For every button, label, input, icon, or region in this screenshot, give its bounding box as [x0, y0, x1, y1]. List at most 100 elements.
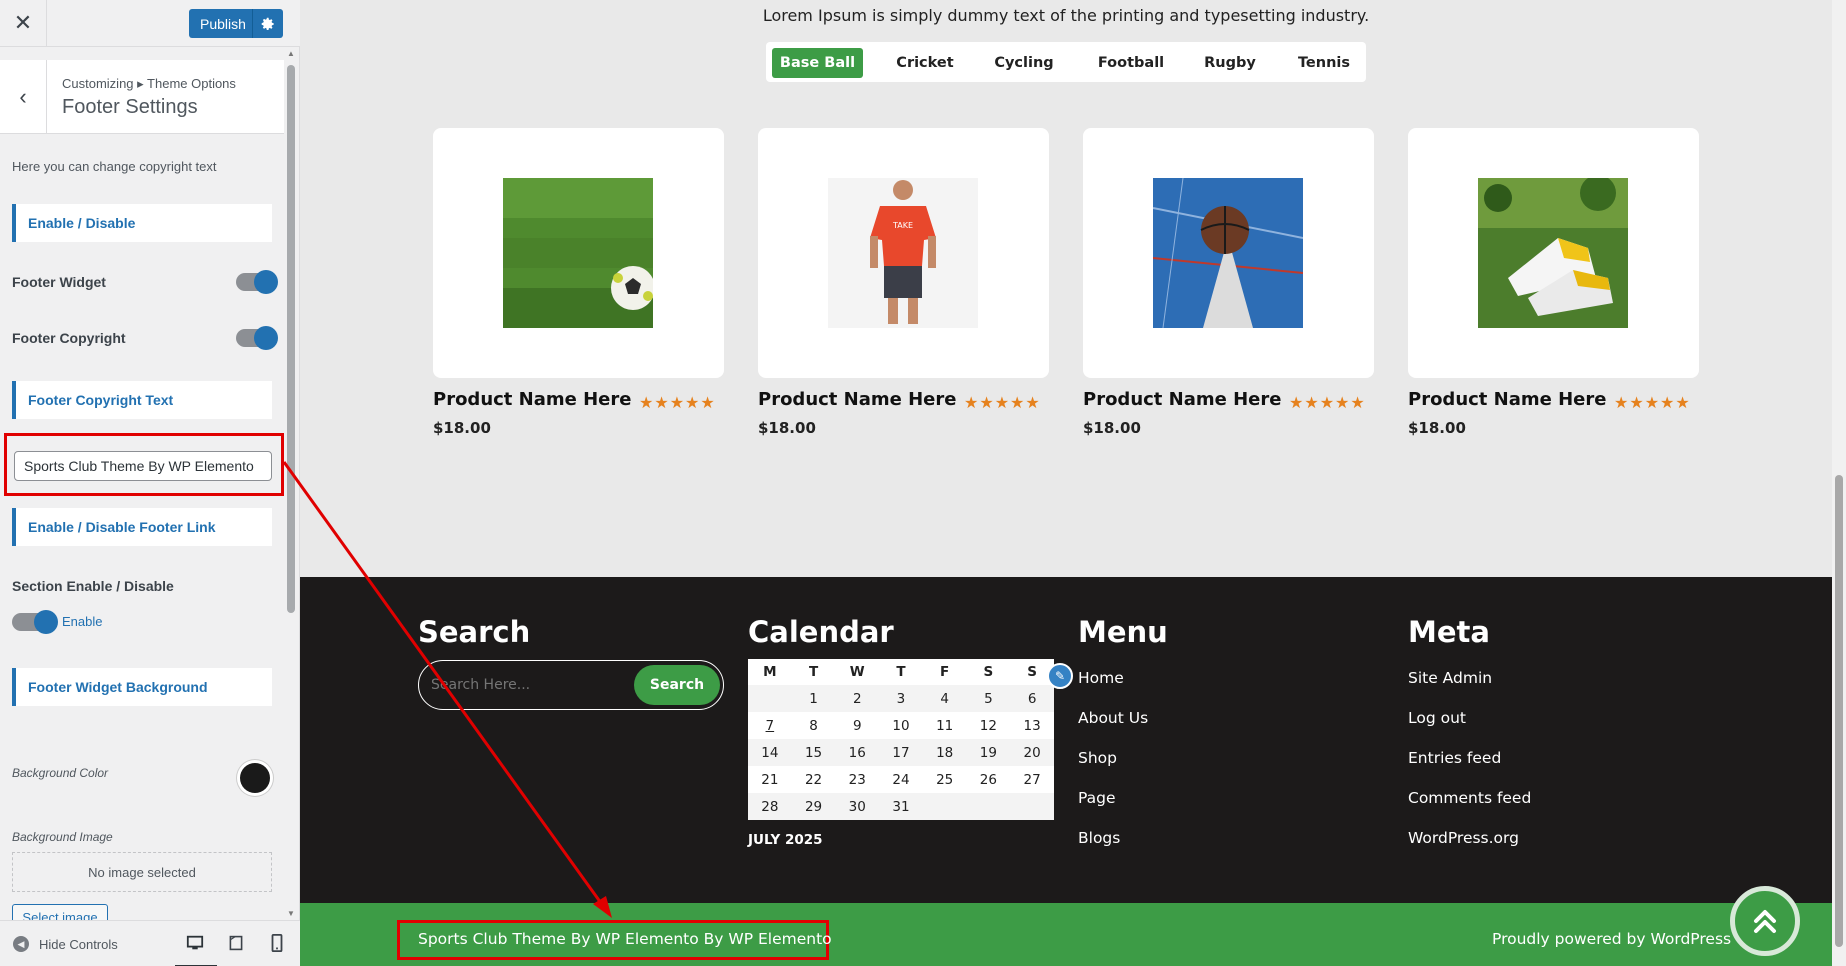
menu-link-blogs[interactable]: Blogs — [1078, 829, 1120, 847]
product-card[interactable] — [433, 128, 724, 378]
preview-scrollbar-thumb[interactable] — [1835, 475, 1843, 947]
tablet-preview-button[interactable] — [228, 934, 248, 954]
copyright-text-input[interactable] — [14, 451, 272, 481]
menu-link-about[interactable]: About Us — [1078, 709, 1148, 727]
footer-search-button[interactable]: Search — [634, 665, 720, 705]
calendar-day: 26 — [966, 766, 1011, 793]
footer-search-input[interactable] — [431, 672, 621, 698]
menu-link-home[interactable]: Home — [1078, 669, 1124, 687]
menu-link-page[interactable]: Page — [1078, 789, 1116, 807]
calendar-day: 5 — [966, 685, 1011, 712]
powered-by-link[interactable]: Proudly powered by WordPress — [1492, 930, 1731, 948]
publish-button[interactable]: Publish — [189, 9, 283, 38]
calendar-day-today[interactable]: 7 — [748, 712, 792, 739]
background-image-label: Background Image — [12, 830, 113, 844]
footer-widget-toggle[interactable] — [236, 270, 278, 294]
customizer-footer: ◀ Hide Controls — [0, 920, 300, 966]
product-image-football-boots[interactable] — [1478, 178, 1628, 328]
customizer-scrollbar[interactable]: ▲ ▼ — [285, 47, 297, 920]
calendar-day: 8 — [791, 712, 836, 739]
calendar-weekday: M — [763, 664, 777, 680]
copyright-bar: Sports Club Theme By WP Elemento By WP E… — [300, 886, 1832, 966]
calendar-day: 3 — [879, 685, 923, 712]
desktop-preview-button[interactable] — [175, 934, 217, 966]
product-name[interactable]: Product Name Here — [758, 389, 956, 410]
copyright-input-highlight — [4, 433, 284, 496]
section-enable-toggle[interactable] — [12, 610, 58, 634]
calendar-day: 19 — [966, 739, 1011, 766]
calendar-day: 12 — [966, 712, 1011, 739]
footer-copyright-toggle[interactable] — [236, 326, 278, 350]
calendar-day: 24 — [879, 766, 923, 793]
toggle-knob — [34, 610, 58, 634]
chevron-left-icon: ‹ — [19, 84, 27, 109]
product-rating: ★★★★★ — [964, 393, 1041, 412]
toggle-knob — [254, 270, 278, 294]
calendar-day: 16 — [835, 739, 880, 766]
meta-link-wordpress-org[interactable]: WordPress.org — [1408, 829, 1519, 847]
preview-scrollbar[interactable] — [1832, 0, 1846, 966]
product-name[interactable]: Product Name Here — [1083, 389, 1281, 410]
calendar-day — [748, 685, 792, 712]
product-image-man-red-shirt[interactable]: TAKE — [828, 178, 978, 328]
product-price: $18.00 — [433, 419, 491, 437]
tab-base-ball[interactable]: Base Ball — [772, 48, 863, 78]
product-card[interactable] — [1408, 128, 1699, 378]
tab-football[interactable]: Football — [1088, 48, 1174, 78]
meta-link-site-admin[interactable]: Site Admin — [1408, 669, 1492, 687]
product-name[interactable]: Product Name Here — [1408, 389, 1606, 410]
scrollbar-thumb[interactable] — [287, 65, 295, 613]
close-customizer-button[interactable]: ✕ — [0, 0, 47, 46]
calendar-day: 2 — [835, 685, 880, 712]
menu-heading: Menu — [1078, 615, 1168, 649]
section-description: Here you can change copyright text — [12, 159, 217, 174]
calendar-day: 20 — [1010, 739, 1054, 766]
section-header: ‹ Customizing ▸ Theme Options Footer Set… — [0, 60, 284, 134]
scroll-up-icon[interactable]: ▲ — [287, 49, 295, 58]
calendar-weekday: F — [940, 664, 950, 680]
calendar-day — [966, 793, 1011, 820]
background-color-swatch[interactable] — [240, 763, 270, 793]
scroll-down-icon[interactable]: ▼ — [287, 909, 295, 918]
meta-link-logout[interactable]: Log out — [1408, 709, 1466, 727]
menu-link-shop[interactable]: Shop — [1078, 749, 1117, 767]
breadcrumb: Customizing ▸ Theme Options — [62, 76, 236, 91]
product-image-basketball[interactable] — [1153, 178, 1303, 328]
calendar-day: 28 — [748, 793, 792, 820]
double-chevron-up-icon — [1754, 910, 1776, 933]
tab-rugby[interactable]: Rugby — [1194, 48, 1266, 78]
meta-link-entries-feed[interactable]: Entries feed — [1408, 749, 1501, 767]
mobile-icon — [271, 934, 283, 952]
meta-link-comments-feed[interactable]: Comments feed — [1408, 789, 1531, 807]
customizer-controls: ‹ Customizing ▸ Theme Options Footer Set… — [0, 47, 300, 920]
background-color-label: Background Color — [12, 766, 109, 780]
calendar-widget: M T W T F S S 1 2 3 4 5 6 7 8 9 10 11 12… — [748, 659, 1054, 820]
calendar-weekday: S — [983, 664, 994, 680]
product-price: $18.00 — [1083, 419, 1141, 437]
publish-settings-button[interactable] — [252, 9, 283, 38]
customizer-header: ✕ Publish — [0, 0, 300, 47]
tab-tennis[interactable]: Tennis — [1288, 48, 1360, 78]
product-image-soccer-ball[interactable] — [503, 178, 653, 328]
tab-cycling[interactable]: Cycling — [984, 48, 1064, 78]
edit-widget-button[interactable]: ✎ — [1047, 663, 1073, 689]
intro-text: Lorem Ipsum is simply dummy text of the … — [762, 6, 1370, 25]
calendar-caption: JULY 2025 — [748, 832, 823, 848]
product-price: $18.00 — [1408, 419, 1466, 437]
select-image-button[interactable]: Select image — [12, 904, 108, 920]
scroll-to-top-button[interactable] — [1730, 886, 1800, 956]
search-heading: Search — [418, 615, 531, 649]
calendar-day: 30 — [835, 793, 880, 820]
hide-controls-button[interactable]: ◀ Hide Controls — [13, 936, 118, 952]
product-name[interactable]: Product Name Here — [433, 389, 631, 410]
mobile-preview-button[interactable] — [271, 934, 291, 954]
product-card[interactable] — [1083, 128, 1374, 378]
calendar-weekday: T — [896, 664, 906, 680]
enable-disable-heading: Enable / Disable — [12, 204, 272, 242]
product-card[interactable]: TAKE — [758, 128, 1049, 378]
back-button[interactable]: ‹ — [0, 60, 47, 134]
calendar-day: 10 — [879, 712, 923, 739]
footer-widgets: Search Search Calendar M T W T F S S — [300, 577, 1832, 903]
tab-cricket[interactable]: Cricket — [886, 48, 964, 78]
calendar-day: 31 — [879, 793, 923, 820]
